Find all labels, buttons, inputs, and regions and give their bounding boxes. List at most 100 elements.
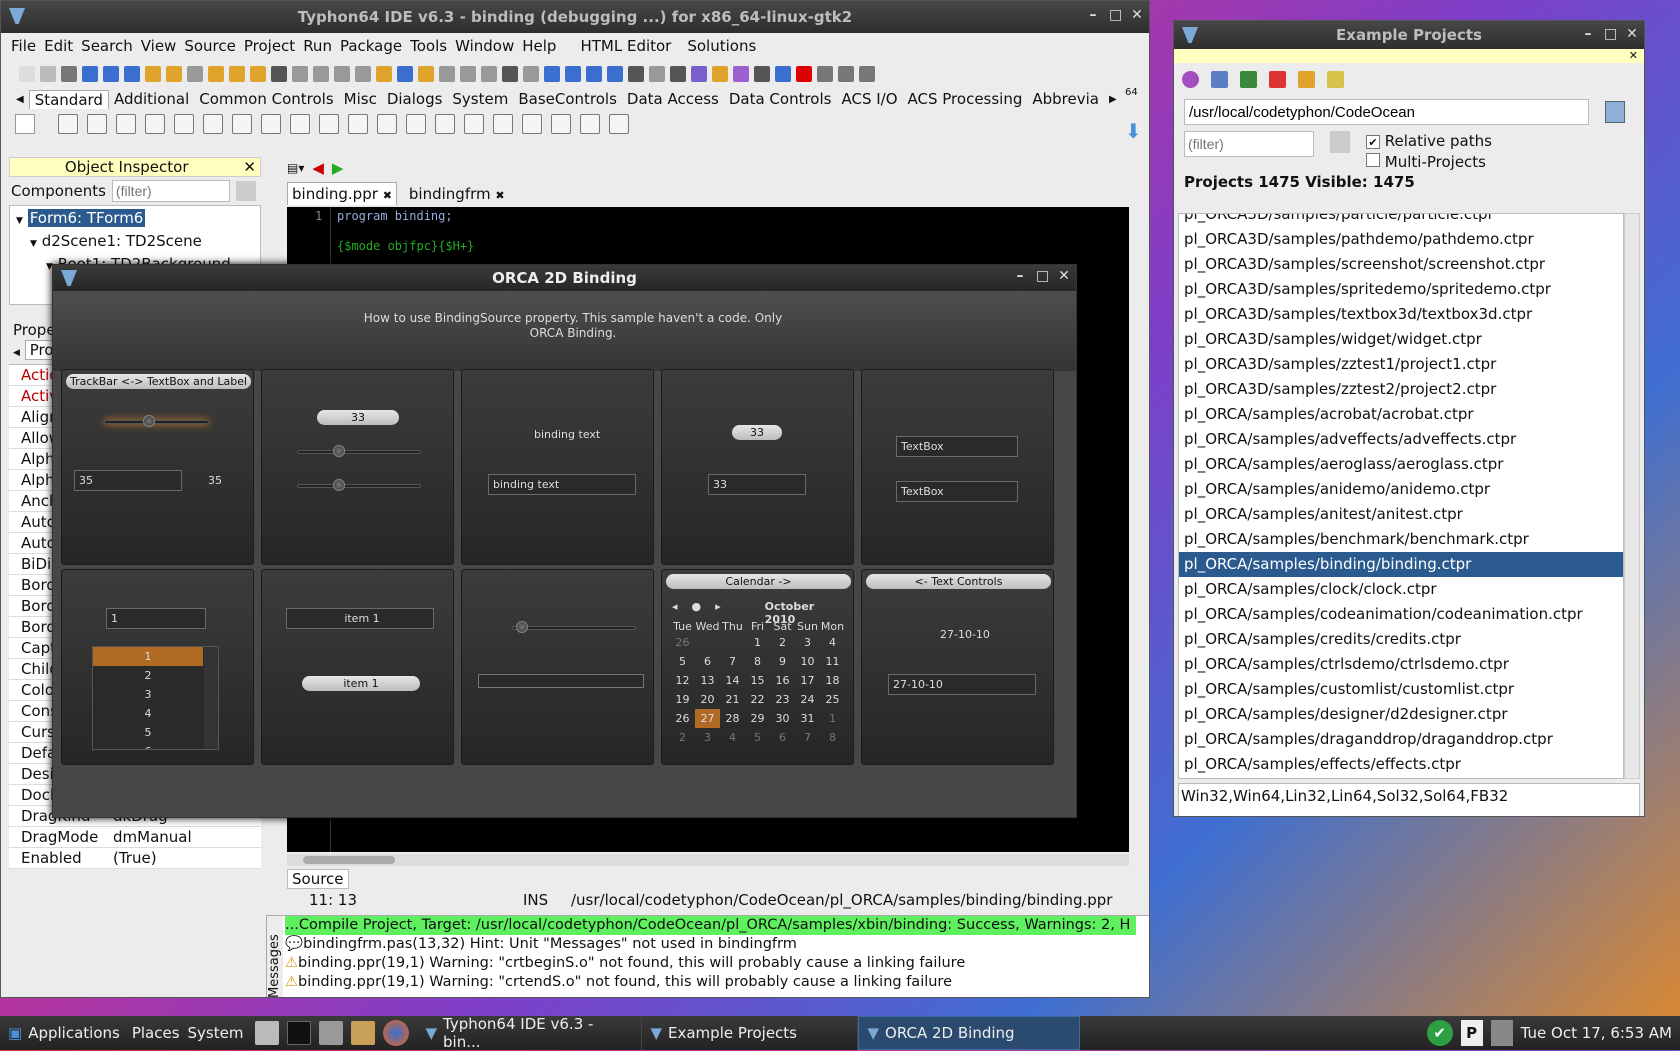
toolbar-icon-23[interactable] [502,66,518,82]
close-icon[interactable]: ✕ [1629,49,1638,62]
components-filter-input[interactable] [111,180,230,202]
menu-tools[interactable]: Tools [406,37,451,55]
component-icon-3[interactable] [145,114,165,134]
calendar-day[interactable]: 27 [695,709,720,728]
palette-tab-acs-i-o[interactable]: ACS I/O [836,90,902,108]
toolbar-icon-29[interactable] [628,66,644,82]
applications-menu[interactable]: ▣ Applications [0,1016,128,1050]
project-item[interactable]: pl_ORCA/samples/anidemo/anidemo.ctpr [1179,477,1623,502]
project-item[interactable]: pl_ORCA/samples/aeroglass/aeroglass.ctpr [1179,452,1623,477]
task-orca-binding[interactable]: ▼ ORCA 2D Binding [858,1016,1081,1050]
component-icon-6[interactable] [232,114,252,134]
toolbar-icon-31[interactable] [670,66,686,82]
calendar-day[interactable]: 7 [795,728,820,747]
component-icon-4[interactable] [174,114,194,134]
palette-left-icon[interactable]: ◀ [11,94,29,105]
calendar-day[interactable]: 10 [795,652,820,671]
list-item[interactable]: 6 [93,742,203,749]
text-controls-header[interactable]: <- Text Controls [866,574,1051,589]
toolbar-icon-8[interactable] [187,66,203,82]
toolbar-icon-37[interactable] [796,66,812,82]
trackbar-a-thumb[interactable] [332,445,345,457]
property-row[interactable]: Enabled (True) [9,848,261,869]
task-ide[interactable]: ▼ Typhon64 IDE v6.3 - bin... [417,1015,643,1051]
toolbar-icon-36[interactable] [775,66,791,82]
list-item[interactable]: 3 [93,685,203,704]
calendar-day[interactable]: 19 [670,690,695,709]
trackbar-header[interactable]: TrackBar <-> TextBox and Label [66,374,251,389]
calendar-day[interactable]: 4 [820,633,845,652]
toolbar-icon-3[interactable] [82,66,98,82]
project-item[interactable]: pl_ORCA/samples/binding/binding.ctpr [1179,552,1623,577]
palette-tab-common-controls[interactable]: Common Controls [194,90,338,108]
toolbar-icon-12[interactable] [271,66,287,82]
tab-bindingfrm[interactable]: bindingfrm ✖ [405,183,509,205]
value-textbox[interactable]: 33 [708,474,806,495]
textbox-2[interactable]: TextBox [896,481,1018,502]
project-item[interactable]: pl_ORCA/samples/draganddrop/draganddrop.… [1179,727,1623,752]
property-row[interactable]: DragMode dmManual [9,827,261,848]
palette-tab-data-controls[interactable]: Data Controls [724,90,837,108]
project-item[interactable]: pl_ORCA/samples/effects/effects.ctpr [1179,752,1623,777]
toolbar-icon-22[interactable] [481,66,497,82]
project-item[interactable]: pl_ORCA3D/samples/pathdemo/pathdemo.ctpr [1179,227,1623,252]
number-listbox[interactable]: 123456 [92,646,219,750]
calendar-day[interactable]: 18 [820,671,845,690]
calendar-day[interactable]: 11 [820,652,845,671]
tab-source[interactable]: Source [287,869,349,889]
tree-item[interactable]: ▼ Form6: TForm6 [16,208,260,231]
toolbar-icon-25[interactable] [544,66,560,82]
palette-tab-standard[interactable]: Standard [28,89,109,109]
calendar-day[interactable]: 4 [720,728,745,747]
palette-tab-additional[interactable]: Additional [109,90,194,108]
toolbar-icon-39[interactable] [838,66,854,82]
calendar-day[interactable]: 3 [695,728,720,747]
forward-arrow-icon[interactable]: ▶ [332,159,344,177]
palette-tab-dialogs[interactable]: Dialogs [382,90,448,108]
path-input[interactable] [1184,99,1589,125]
palette-tab-system[interactable]: System [447,90,513,108]
ide-titlebar[interactable]: Typhon64 IDE v6.3 - binding (debugging .… [1,1,1149,33]
toolbar-icon-11[interactable] [250,66,266,82]
project-item[interactable]: pl_ORCA/samples/credits/credits.ctpr [1179,627,1623,652]
calendar-day[interactable]: 6 [695,652,720,671]
component-icon-15[interactable] [493,114,513,134]
project-item[interactable]: pl_ORCA/samples/benchmark/benchmark.ctpr [1179,527,1623,552]
toolbar-icon-38[interactable] [817,66,833,82]
trackbar-c-thumb[interactable] [516,621,529,633]
project-item[interactable]: pl_ORCA3D/samples/widget/widget.ctpr [1179,327,1623,352]
calendar-day[interactable]: 2 [670,728,695,747]
filter-icon[interactable] [235,181,256,201]
trackbar-b[interactable] [297,484,421,488]
toolbar-icon-27[interactable] [586,66,602,82]
task-example-projects[interactable]: ▼ Example Projects [642,1016,859,1050]
clipboard-icon[interactable]: P [1460,1020,1483,1046]
project-item[interactable]: pl_ORCA/samples/anitest/anitest.ctpr [1179,502,1623,527]
calendar-day[interactable]: 16 [770,671,795,690]
message-warning[interactable]: ⚠binding.ppr(19,1) Warning: "crtbeginS.o… [285,954,1136,973]
project-item[interactable]: pl_ORCA3D/samples/screenshot/screenshot.… [1179,252,1623,277]
projects-filter-input[interactable] [1184,131,1314,157]
firefox-icon[interactable] [383,1020,410,1046]
palette-tab-abbrevia[interactable]: Abbrevia [1027,90,1104,108]
menu-search[interactable]: Search [77,37,137,55]
calendar-day[interactable]: 1 [820,709,845,728]
menu-view[interactable]: View [137,37,181,55]
close-icon[interactable]: ✕ [243,158,260,176]
component-icon-7[interactable] [261,114,281,134]
toolbar-icon-21[interactable] [460,66,476,82]
project-item[interactable]: pl_ORCA/samples/customlist/customlist.ct… [1179,677,1623,702]
value-pill[interactable]: 33 [732,425,782,440]
menu-edit[interactable]: Edit [40,37,77,55]
toolbar-icon-20[interactable] [439,66,455,82]
close-tab-icon[interactable]: ✖ [495,189,504,202]
date-textbox[interactable]: 27-10-10 [888,674,1036,695]
toolbar-icon-24[interactable] [523,66,539,82]
toolbar-icon-7[interactable] [166,66,182,82]
toolbar-icon-9[interactable] [208,66,224,82]
pointer-icon[interactable] [15,114,35,134]
toolbar-icon-18[interactable] [397,66,413,82]
toolbar-icon-15[interactable] [334,66,350,82]
list-item[interactable]: 1 [93,647,203,666]
tree-item[interactable]: ▼ d2Scene1: TD2Scene [16,231,260,254]
